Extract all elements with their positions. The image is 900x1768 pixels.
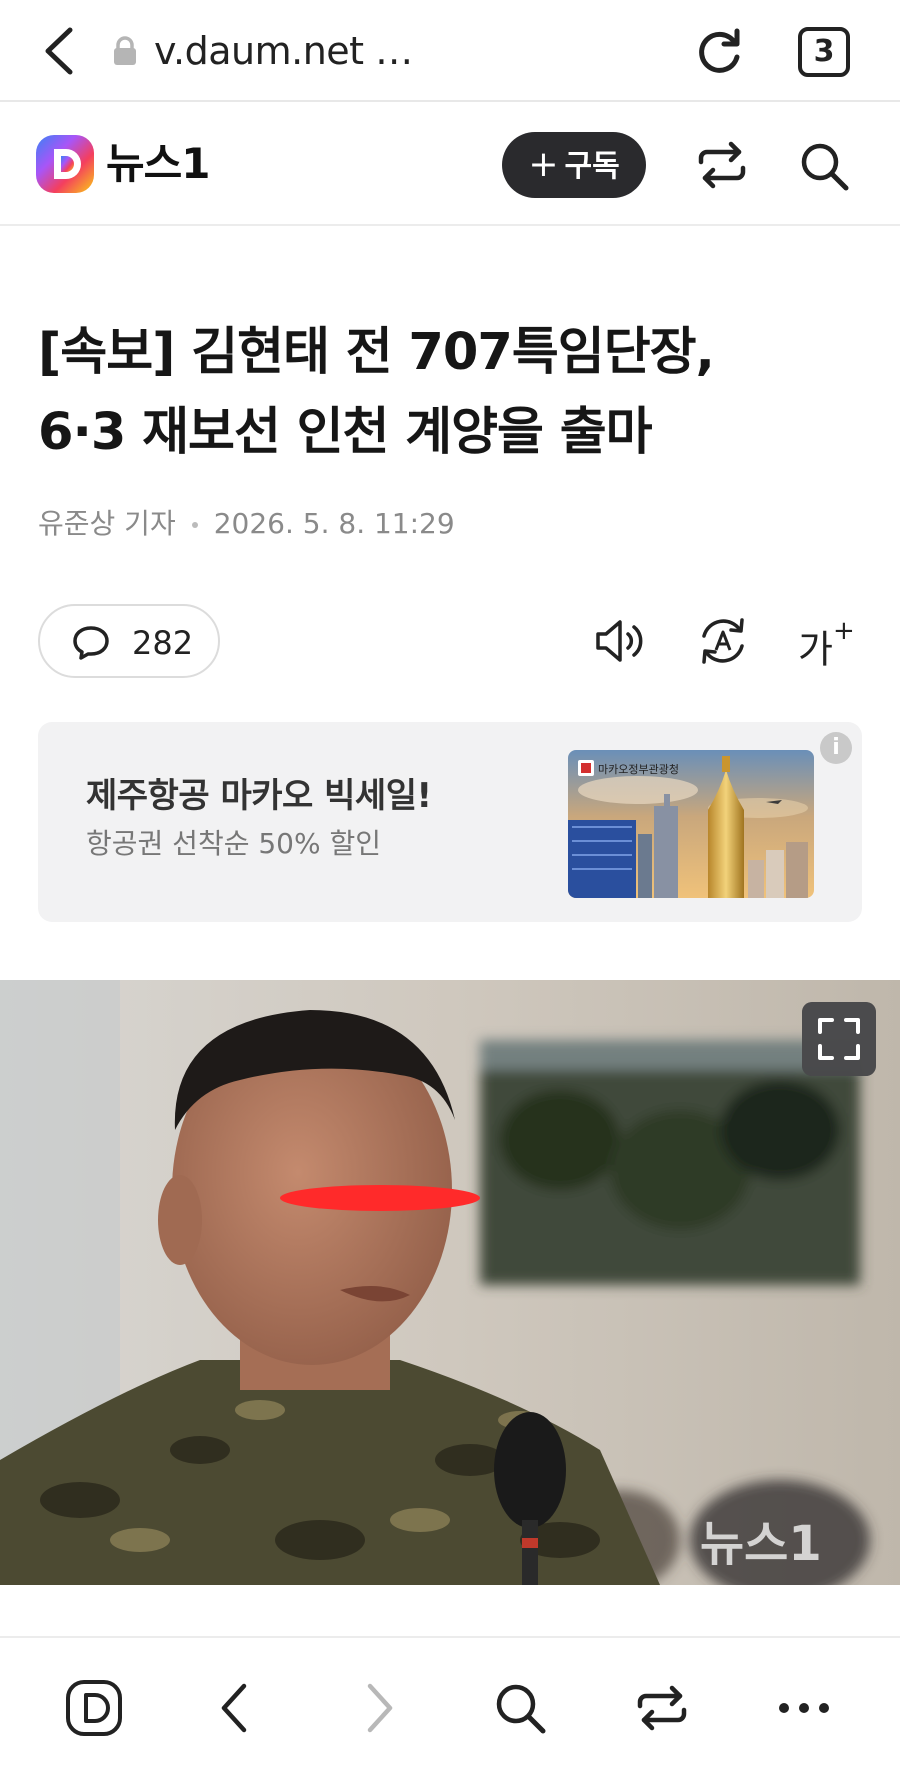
plus-icon: +	[528, 144, 559, 185]
article-photo-image: 뉴스1	[0, 980, 900, 1585]
browser-address-bar: v.daum.net … 3	[0, 0, 900, 102]
speaker-icon[interactable]	[592, 612, 650, 670]
article-photo[interactable]: 뉴스1	[0, 980, 900, 1585]
comment-button[interactable]: 282	[38, 604, 220, 678]
daum-logo-icon[interactable]	[36, 135, 94, 193]
tabs-count-button[interactable]: 3	[798, 27, 850, 77]
comment-count: 282	[132, 624, 194, 662]
comment-icon	[73, 626, 109, 660]
daum-home-icon[interactable]	[64, 1678, 124, 1738]
bottom-navigation	[0, 1636, 900, 1768]
ad-image[interactable]: 마카오정부관광청	[568, 750, 814, 898]
macau-skyline-image: 마카오정부관광청	[568, 750, 814, 898]
separator-dot	[191, 522, 198, 528]
subscribe-label: 구독	[564, 149, 620, 184]
back-icon[interactable]	[40, 26, 80, 76]
ad-subtitle: 항공권 선착순 50% 할인	[86, 827, 382, 860]
headline-line-2: 6·3 재보선 인천 계양을 출마	[38, 403, 653, 462]
article-datetime: 2026. 5. 8. 11:29	[213, 507, 455, 540]
ad-title: 제주항공 마카오 빅세일!	[86, 776, 432, 816]
search-icon[interactable]	[798, 140, 852, 192]
article-headline: [속보] 김현태 전 707특임단장, 6·3 재보선 인천 계양을 출마	[38, 313, 868, 473]
font-size-label: 가	[798, 627, 833, 672]
font-size-button[interactable]: 가+	[798, 612, 856, 672]
more-icon[interactable]	[774, 1678, 834, 1738]
back-icon[interactable]	[206, 1678, 266, 1738]
reporter-name[interactable]: 유준상 기자	[38, 507, 176, 540]
headline-line-1: [속보] 김현태 전 707특임단장,	[38, 323, 715, 382]
font-size-plus: +	[832, 616, 855, 646]
expand-icon[interactable]	[802, 1002, 876, 1076]
lock-icon	[114, 36, 136, 65]
share-icon[interactable]	[695, 140, 749, 190]
share-icon[interactable]	[632, 1678, 692, 1738]
refresh-icon[interactable]	[693, 25, 745, 77]
news-header: 뉴스1 + 구독	[0, 104, 900, 226]
url-text[interactable]: v.daum.net …	[154, 26, 413, 76]
ad-image-caption: 마카오정부관광청	[598, 763, 679, 776]
redaction-mark	[280, 1185, 480, 1211]
translate-icon[interactable]	[694, 612, 752, 670]
article-byline: 유준상 기자 2026. 5. 8. 11:29	[38, 506, 455, 542]
subscribe-button[interactable]: + 구독	[502, 132, 646, 198]
ad-info-icon[interactable]: i	[820, 732, 852, 764]
search-icon[interactable]	[490, 1678, 550, 1738]
photo-watermark: 뉴스1	[700, 1516, 822, 1572]
news-source-title[interactable]: 뉴스1	[106, 138, 211, 190]
ad-banner[interactable]: 제주항공 마카오 빅세일! 항공권 선착순 50% 할인 마카오정부관광청 i	[38, 722, 862, 922]
forward-icon[interactable]	[348, 1678, 408, 1738]
